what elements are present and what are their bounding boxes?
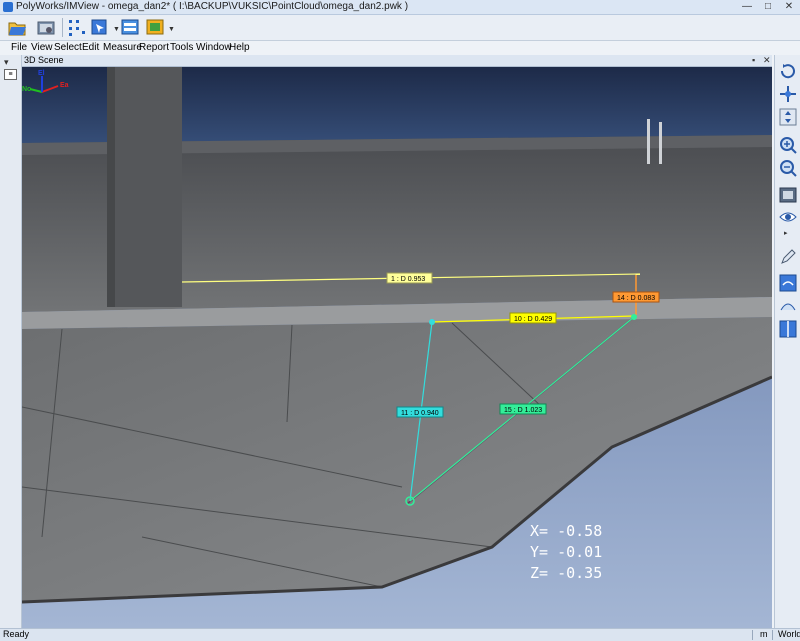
north-axis-label: No — [22, 86, 31, 93]
chevron-down-icon[interactable]: ▼ — [113, 26, 120, 33]
menu-help[interactable]: Help — [229, 42, 250, 53]
menu-measure[interactable]: Measure — [103, 42, 142, 53]
right-tool-strip: ▸ — [774, 55, 800, 628]
menu-file[interactable]: File — [11, 42, 27, 53]
rotate-icon[interactable] — [778, 61, 798, 81]
view-camera-icon[interactable] — [778, 185, 798, 205]
minimize-button[interactable]: — — [737, 1, 757, 13]
window-title: PolyWorks/IMView - omega_dan2* ( I:\BACK… — [16, 1, 409, 12]
status-unit: m — [760, 629, 768, 639]
menu-select[interactable]: Select — [54, 42, 82, 53]
elevation-axis-label: El — [38, 70, 45, 77]
status-coordinate-system: World — [778, 629, 800, 639]
left-dock-strip: ▾ ≡ — [0, 55, 22, 628]
3d-viewport[interactable]: 1 : D 0.953 10 : D 0.429 14 : D 0.083 11… — [22, 67, 772, 628]
scene-panel-header: 3D Scene ▪ ✕ — [22, 55, 772, 67]
select-points-icon[interactable] — [66, 17, 88, 38]
app-icon — [3, 2, 13, 12]
pan-icon[interactable] — [778, 107, 798, 127]
maximize-button[interactable]: □ — [758, 1, 778, 13]
coordinate-y: Y= -0.01 — [530, 543, 602, 561]
translate-icon[interactable] — [778, 84, 798, 104]
measurement-label-10: 10 : D 0.429 — [514, 316, 552, 323]
toolbar-separator — [62, 18, 63, 37]
dock-panel-icon[interactable]: ≡ — [4, 69, 17, 80]
menu-tools[interactable]: Tools — [170, 42, 193, 53]
view-fit-icon[interactable] — [778, 273, 798, 293]
zoom-in-icon[interactable] — [778, 135, 798, 155]
close-icon[interactable]: ✕ — [763, 55, 771, 66]
status-text: Ready — [3, 629, 30, 639]
coordinate-z: Z= -0.35 — [530, 564, 602, 582]
properties-icon[interactable] — [35, 17, 57, 38]
scene-panel-title: 3D Scene — [24, 55, 64, 65]
measurement-label-15: 15 : D 1.023 — [504, 407, 542, 414]
point-marker[interactable] — [631, 314, 637, 320]
status-divider — [772, 630, 773, 640]
zoom-out-icon[interactable] — [778, 158, 798, 178]
chevron-down-icon[interactable]: ▸ — [784, 229, 788, 237]
measurement-label-11: 11 : D 0.940 — [401, 410, 439, 417]
select-dropdown-icon[interactable] — [90, 17, 112, 38]
align-icon[interactable] — [778, 296, 798, 316]
eye-icon[interactable] — [778, 207, 798, 227]
menu-view[interactable]: View — [31, 42, 53, 53]
title-bar: PolyWorks/IMView - omega_dan2* ( I:\BACK… — [0, 0, 800, 15]
pillar-point-cloud — [107, 67, 182, 307]
main-toolbar: ▼ ▼ — [0, 15, 800, 41]
menu-bar: File View Select Edit Measure Report Too… — [0, 41, 800, 54]
menu-edit[interactable]: Edit — [82, 42, 99, 53]
render-mode-icon[interactable] — [145, 17, 167, 38]
pin-icon[interactable]: ▪ — [752, 55, 755, 65]
split-view-icon[interactable] — [778, 319, 798, 339]
coordinate-x: X= -0.58 — [530, 522, 602, 540]
pencil-icon[interactable] — [778, 247, 798, 267]
close-button[interactable]: ✕ — [779, 1, 799, 13]
point-marker[interactable] — [429, 319, 435, 325]
status-divider — [752, 630, 753, 640]
pin-icon[interactable]: ▾ — [4, 57, 9, 68]
status-bar: Ready m World — [0, 628, 800, 641]
menu-window[interactable]: Window — [196, 42, 232, 53]
open-icon[interactable] — [6, 17, 28, 38]
display-mode-icon[interactable] — [120, 17, 142, 38]
chevron-down-icon[interactable]: ▼ — [168, 26, 175, 33]
measurement-label-1: 1 : D 0.953 — [391, 276, 425, 283]
east-axis-label: Ea — [60, 82, 69, 89]
menu-report[interactable]: Report — [139, 42, 169, 53]
measurement-label-14: 14 : D 0.083 — [617, 295, 655, 302]
